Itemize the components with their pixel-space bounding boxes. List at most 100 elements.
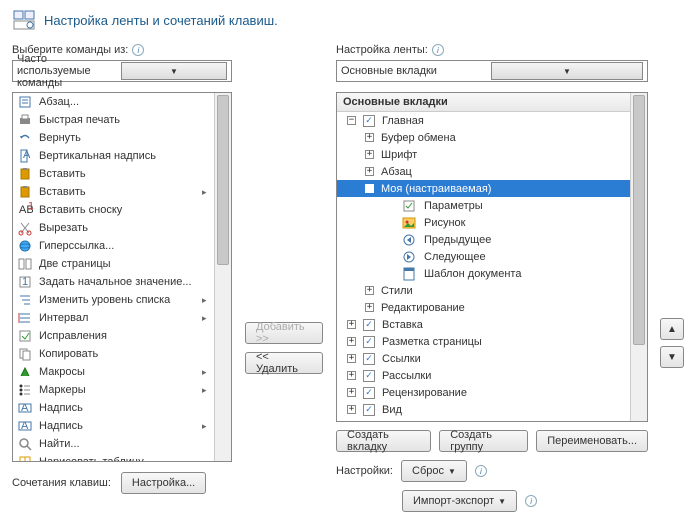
tree-item-label: Разметка страницы (382, 336, 482, 348)
expand-icon[interactable]: + (365, 286, 374, 295)
command-item[interactable]: Абзац... (13, 93, 214, 111)
submenu-icon: ▸ (202, 367, 210, 378)
rename-button[interactable]: Переименовать... (536, 430, 648, 452)
command-label: Быстрая печать (39, 114, 196, 126)
remove-button[interactable]: << Удалить (245, 352, 323, 374)
command-item[interactable]: AВертикальная надпись (13, 147, 214, 165)
commands-listbox[interactable]: Абзац... Быстрая печать ВернутьAВертикальн… (12, 92, 232, 462)
add-button[interactable]: Добавить >> (245, 322, 323, 344)
command-item[interactable]: Две страницы (13, 255, 214, 273)
checkbox[interactable]: ✓ (363, 319, 375, 331)
expand-icon[interactable]: − (347, 116, 356, 125)
checkbox[interactable]: ✓ (363, 370, 375, 382)
command-item[interactable]: Быстрая печать (13, 111, 214, 129)
command-item[interactable]: AB1Вставить сноску (13, 201, 214, 219)
tree-item-label: Буфер обмена (381, 132, 456, 144)
tree-item[interactable]: +Шрифт (337, 146, 630, 163)
tree-item[interactable]: + Стили (337, 282, 630, 299)
expand-icon[interactable]: + (347, 388, 356, 397)
tree-item[interactable]: Рисунок (337, 214, 630, 231)
command-item[interactable]: Гиперссылка... (13, 237, 214, 255)
new-group-button[interactable]: Создать группу (439, 430, 528, 452)
tree-item[interactable]: +Редактирование (337, 299, 630, 316)
print-icon (17, 112, 33, 128)
command-label: Вставить (39, 186, 196, 198)
info-icon[interactable]: i (432, 44, 444, 56)
checkbox[interactable]: ✓ (363, 421, 375, 422)
info-icon[interactable]: i (132, 44, 144, 56)
command-item[interactable]: Вставить (13, 165, 214, 183)
tree-item[interactable]: Предыдущее (337, 231, 630, 248)
ribbon-tabs-combo[interactable]: Основные вкладки ▼ (336, 60, 648, 82)
expand-icon[interactable]: + (347, 371, 356, 380)
move-up-button[interactable]: ▲ (660, 318, 684, 340)
command-item[interactable]: Копировать (13, 345, 214, 363)
command-item[interactable]: Макросы▸ (13, 363, 214, 381)
expand-icon[interactable]: + (347, 405, 356, 414)
svg-text:1: 1 (22, 276, 28, 288)
command-item[interactable]: Вырезать (13, 219, 214, 237)
command-item[interactable]: Нарисовать таблицу (13, 453, 214, 461)
tree-item[interactable]: + ✓ Вставка (337, 316, 630, 333)
move-down-button[interactable]: ▼ (660, 346, 684, 368)
scrollbar[interactable] (214, 93, 231, 461)
tree-item[interactable]: −Моя (настраиваемая) (337, 180, 630, 197)
tree-item-label: Шаблон документа (424, 268, 521, 280)
checkbox[interactable]: ✓ (363, 336, 375, 348)
tree-item[interactable]: +✓Разработчик (337, 418, 630, 421)
command-label: Изменить уровень списка (39, 294, 196, 306)
command-item[interactable]: Вставить▸ (13, 183, 214, 201)
tree-item[interactable]: +✓Рассылки (337, 367, 630, 384)
tmpl-icon (401, 266, 417, 282)
tree-item[interactable]: Параметры (337, 197, 630, 214)
foot-icon: AB1 (17, 202, 33, 218)
checkbox[interactable]: ✓ (363, 115, 375, 127)
info-icon[interactable]: i (525, 495, 537, 507)
tree-item[interactable]: + ✓ Разметка страницы (337, 333, 630, 350)
tree-item[interactable]: + Буфер обмена (337, 129, 630, 146)
ribbon-tree[interactable]: Основные вкладки −✓Главная+Буфер обмена+… (336, 92, 648, 422)
expand-icon[interactable]: + (365, 150, 374, 159)
command-item[interactable]: Маркеры▸ (13, 381, 214, 399)
command-label: Копировать (39, 348, 196, 360)
info-icon[interactable]: i (475, 465, 487, 477)
tree-item-label: Стили (381, 285, 413, 297)
submenu-icon: ▸ (202, 295, 210, 306)
import-export-button[interactable]: Импорт-экспорт▼ (402, 490, 517, 512)
command-item[interactable]: Исправления (13, 327, 214, 345)
scrollbar[interactable] (630, 93, 647, 421)
new-tab-button[interactable]: Создать вкладку (336, 430, 431, 452)
expand-icon[interactable]: + (365, 133, 374, 142)
checkbox[interactable]: ✓ (363, 387, 375, 399)
reset-button[interactable]: Сброс▼ (401, 460, 467, 482)
link-icon (17, 238, 33, 254)
expand-icon[interactable]: + (347, 354, 356, 363)
checkbox[interactable]: ✓ (363, 404, 375, 416)
tree-item[interactable]: Шаблон документа (337, 265, 630, 282)
choose-commands-combo[interactable]: Часто используемые команды ▼ (12, 60, 232, 82)
command-item[interactable]: AНадпись▸ (13, 417, 214, 435)
command-item[interactable]: AНадпись (13, 399, 214, 417)
expand-icon[interactable]: + (365, 303, 374, 312)
configure-shortcuts-button[interactable]: Настройка... (121, 472, 206, 494)
tree-item[interactable]: +Абзац (337, 163, 630, 180)
checkbox[interactable]: ✓ (363, 353, 375, 365)
command-label: Исправления (39, 330, 196, 342)
tree-item[interactable]: +✓Вид (337, 401, 630, 418)
command-item[interactable]: Интервал▸ (13, 309, 214, 327)
expand-icon[interactable]: + (347, 320, 356, 329)
tree-item-label: Вставка (382, 319, 423, 331)
command-item[interactable]: Найти... (13, 435, 214, 453)
expand-icon[interactable]: − (365, 184, 374, 193)
command-item[interactable]: 1Задать начальное значение... (13, 273, 214, 291)
command-item[interactable]: Вернуть (13, 129, 214, 147)
expand-icon[interactable]: + (347, 337, 356, 346)
tree-item[interactable]: +✓Рецензирование (337, 384, 630, 401)
command-item[interactable]: Изменить уровень списка ▸ (13, 291, 214, 309)
tree-item[interactable]: Следующее (337, 248, 630, 265)
chevron-down-icon[interactable]: ▼ (491, 62, 643, 80)
tree-item[interactable]: +✓Ссылки (337, 350, 630, 367)
tree-item[interactable]: −✓Главная (337, 112, 630, 129)
expand-icon[interactable]: + (365, 167, 374, 176)
chevron-down-icon[interactable]: ▼ (121, 62, 227, 80)
